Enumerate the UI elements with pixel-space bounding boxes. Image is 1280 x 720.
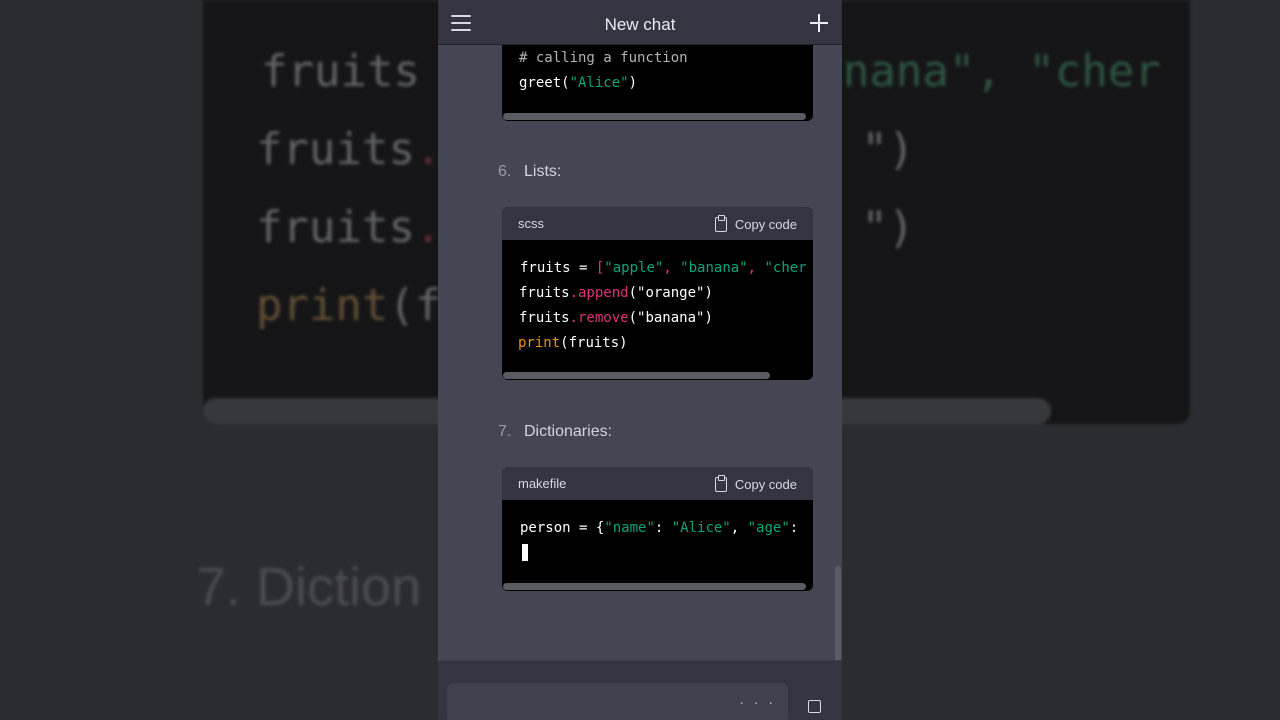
top-bar: New chat bbox=[438, 0, 842, 45]
scrollbar-thumb[interactable] bbox=[503, 583, 806, 590]
chat-title: New chat bbox=[604, 15, 676, 34]
list-heading-text: Dictionaries: bbox=[524, 423, 613, 440]
code-header: scss Copy code bbox=[502, 207, 813, 240]
scrollbar-thumb[interactable] bbox=[503, 113, 806, 120]
horizontal-scrollbar[interactable] bbox=[502, 371, 813, 380]
code-body: fruits = ["apple", "banana", "cher fruit… bbox=[502, 240, 813, 380]
clipboard-icon bbox=[714, 214, 727, 232]
list-number: 7. bbox=[498, 423, 512, 440]
new-chat-plus-icon[interactable] bbox=[810, 14, 828, 32]
code-line: fruits.remove("banana") bbox=[519, 310, 713, 326]
code-block-lists: scss Copy code fruits = ["apple", "banan… bbox=[502, 207, 813, 380]
list-heading-text: Lists: bbox=[524, 163, 562, 180]
scrollbar-thumb[interactable] bbox=[503, 372, 770, 379]
clipboard-icon bbox=[714, 474, 727, 492]
horizontal-scrollbar[interactable] bbox=[502, 582, 813, 591]
copy-code-button[interactable]: Copy code bbox=[714, 474, 797, 493]
code-line: fruits.append("orange") bbox=[519, 285, 713, 301]
background-heading: 7. Diction bbox=[196, 557, 422, 617]
list-item-heading: 6. Lists: bbox=[498, 163, 561, 181]
loading-dots: · · · bbox=[739, 694, 776, 710]
background-code-line: print(f bbox=[256, 280, 442, 331]
code-line: print(fruits) bbox=[518, 335, 628, 351]
list-item-heading: 7. Dictionaries: bbox=[498, 423, 612, 441]
code-line: fruits = ["apple", "banana", "cher bbox=[520, 260, 807, 276]
stop-generating-icon[interactable] bbox=[808, 700, 821, 713]
code-header: makefile Copy code bbox=[502, 467, 813, 500]
code-language-label: scss bbox=[518, 216, 544, 231]
code-body: person = {"name": "Alice", "age": bbox=[502, 500, 813, 591]
code-block-dictionaries: makefile Copy code person = {"name": "Al… bbox=[502, 467, 813, 591]
copy-code-label: Copy code bbox=[734, 216, 797, 232]
chat-app-window: # calling a function greet("Alice") 6. Li… bbox=[438, 0, 842, 720]
conversation-scroll-area[interactable]: # calling a function greet("Alice") 6. Li… bbox=[438, 0, 842, 720]
list-number: 6. bbox=[498, 163, 512, 180]
copy-code-label: Copy code bbox=[734, 476, 797, 492]
message-input[interactable]: · · · bbox=[447, 683, 788, 720]
code-line: # calling a function bbox=[519, 50, 688, 66]
code-language-label: makefile bbox=[518, 476, 567, 491]
horizontal-scrollbar[interactable] bbox=[502, 112, 813, 121]
vertical-scrollbar-thumb[interactable] bbox=[835, 566, 841, 672]
typing-cursor bbox=[522, 544, 528, 561]
code-line: person = {"name": "Alice", "age": bbox=[520, 520, 799, 536]
code-line: greet("Alice") bbox=[519, 75, 638, 91]
copy-code-button[interactable]: Copy code bbox=[714, 214, 797, 233]
composer-area: · · · bbox=[438, 660, 842, 720]
